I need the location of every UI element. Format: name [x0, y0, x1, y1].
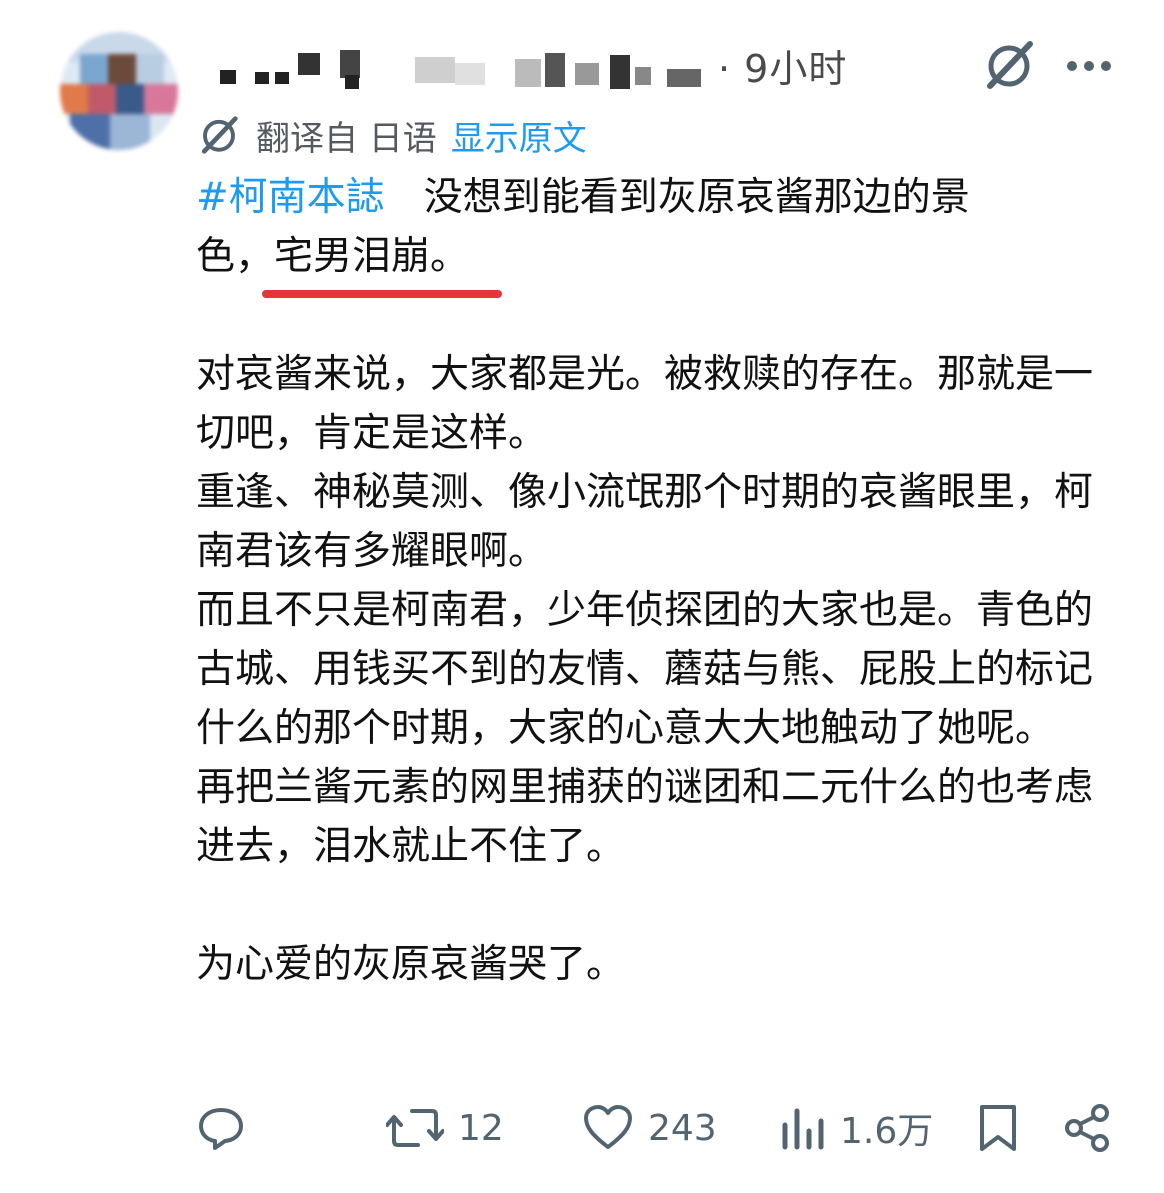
views-icon [782, 1108, 824, 1150]
translated-from-label: 翻译自 日语 [256, 118, 437, 159]
repost-button[interactable]: 12 [386, 1100, 504, 1156]
views-count: 1.6万 [840, 1111, 934, 1152]
heart-icon [584, 1105, 632, 1149]
action-bar: 12 243 1.6万 [0, 1100, 1164, 1160]
share-icon [1065, 1104, 1109, 1152]
more-options-icon[interactable] [1066, 57, 1112, 71]
post-paragraph-3: 为心爱的灰原哀酱哭了。 [196, 942, 626, 987]
like-button[interactable]: 243 [582, 1100, 717, 1156]
repost-count: 12 [458, 1107, 504, 1149]
share-button[interactable] [1062, 1100, 1112, 1156]
grok-translate-icon [198, 114, 240, 156]
post-text-line2-prefix: 色， [196, 234, 275, 279]
red-highlight-underline [262, 290, 502, 298]
bookmark-button[interactable] [976, 1100, 1020, 1156]
show-original-link[interactable]: 显示原文 [451, 111, 587, 160]
post-text-line1: 没想到能看到灰原哀酱那边的景 [384, 175, 970, 220]
views-button[interactable]: 1.6万 [780, 1100, 933, 1156]
translation-row: 翻译自 日语 显示原文 [198, 110, 587, 160]
reply-button[interactable] [196, 1100, 246, 1156]
like-count: 243 [648, 1107, 717, 1149]
post-card: · 9小时 翻译自 日语 显示原文 #柯南本誌 没想到能看到灰原哀酱那边的景 色… [0, 0, 1164, 1193]
repost-icon [386, 1109, 444, 1147]
grok-icon[interactable] [982, 38, 1036, 92]
reply-icon [199, 1108, 243, 1150]
display-name-mosaic[interactable] [215, 45, 715, 95]
post-text-line2-suffix: 。 [430, 234, 470, 279]
post-paragraph-2: 对哀酱来说，大家都是光。被救赎的存在。那就是一切吧，肯定是这样。 重逢、神秘莫测… [196, 352, 1094, 869]
bookmark-icon [980, 1105, 1016, 1151]
hashtag-link[interactable]: #柯南本誌 [196, 175, 385, 220]
post-text-highlight: 宅男泪崩 [274, 234, 431, 279]
post-time[interactable]: · 9小时 [718, 38, 847, 93]
avatar[interactable] [60, 32, 178, 150]
